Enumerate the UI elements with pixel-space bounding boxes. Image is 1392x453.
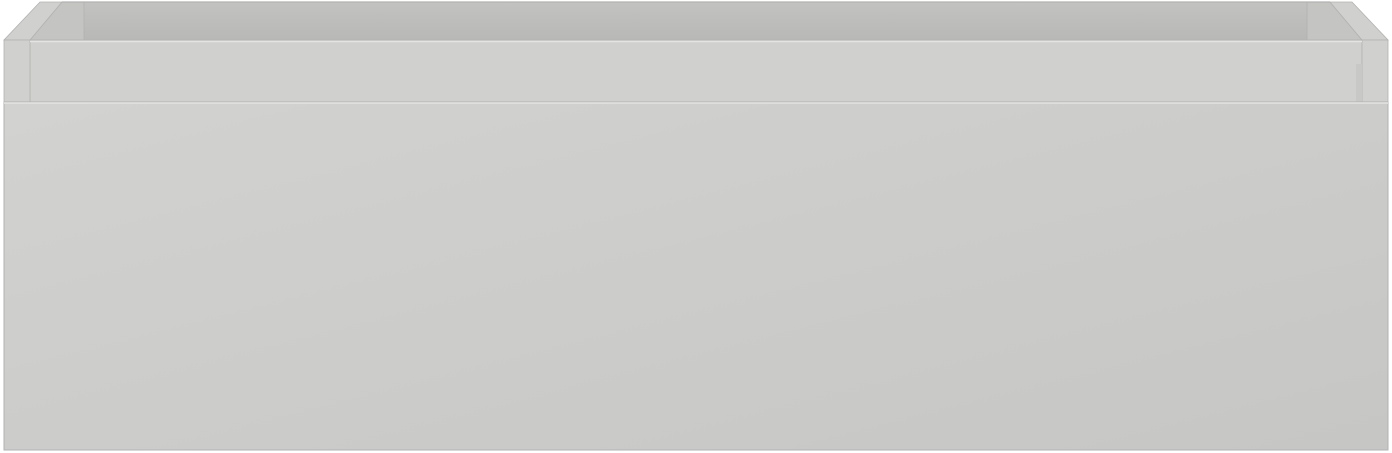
drawer-right-edge: [1361, 39, 1389, 103]
drawer-illustration: [3, 1, 1389, 451]
drawer-inner-back-wall: [84, 2, 1307, 40]
drawer-front-panel[interactable]: [3, 101, 1389, 451]
drawer-left-edge: [3, 39, 31, 103]
drawer-render: [0, 0, 1392, 453]
drawer-inner-panel: [29, 39, 1363, 103]
drawer-right-notch: [1356, 64, 1362, 102]
